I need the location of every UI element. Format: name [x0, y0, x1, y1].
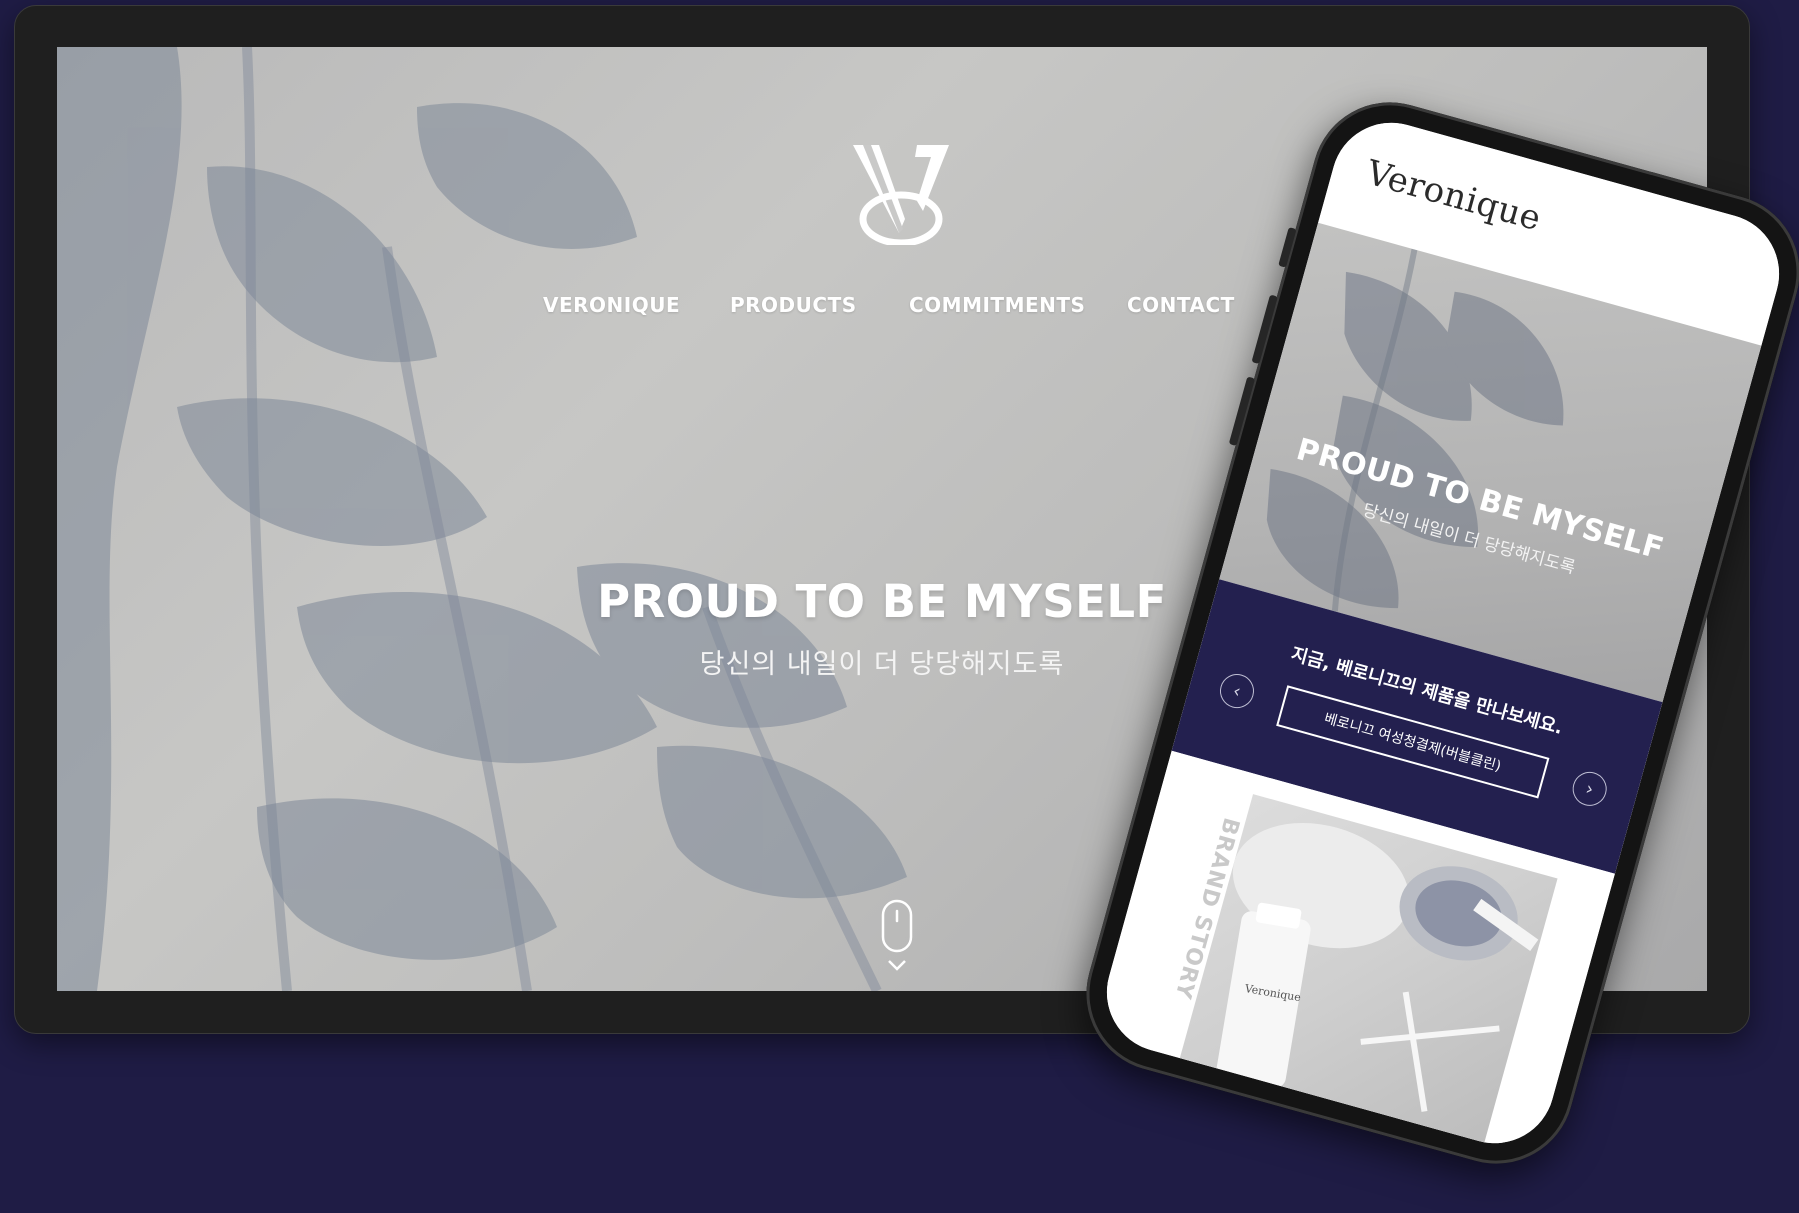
- arrow-left-icon[interactable]: ‹: [1216, 670, 1258, 712]
- nav-item-commitments[interactable]: COMMITMENTS: [909, 293, 1085, 317]
- mobile-brand-logo[interactable]: Veronique: [1362, 153, 1546, 239]
- nav-item-products[interactable]: PRODUCTS: [730, 293, 857, 317]
- nav-item-contact[interactable]: CONTACT: [1127, 293, 1235, 317]
- nav-item-veronique[interactable]: VERONIQUE: [543, 293, 680, 317]
- veronique-logo[interactable]: [853, 141, 949, 245]
- mouse-scroll-icon[interactable]: [881, 899, 913, 975]
- arrow-right-icon[interactable]: ›: [1568, 767, 1611, 810]
- chevron-down-icon: [888, 960, 906, 971]
